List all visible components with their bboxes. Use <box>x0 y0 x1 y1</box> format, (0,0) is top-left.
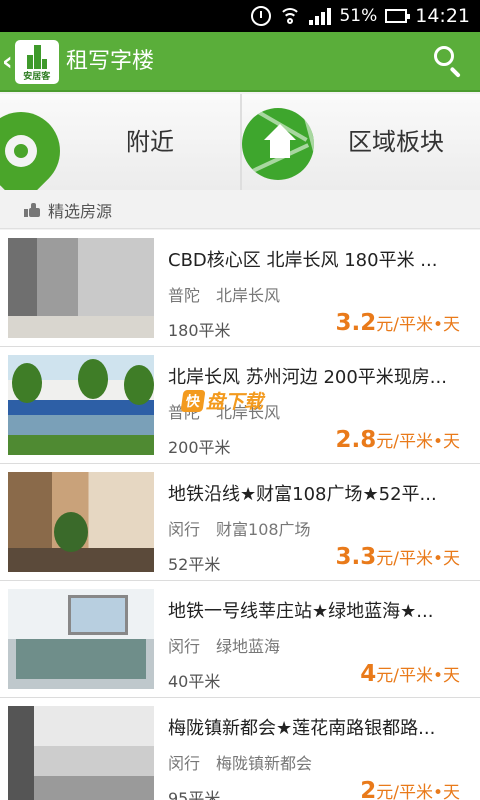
status-bar: 51% 14:21 <box>0 0 480 32</box>
listing-district: 闵行 <box>168 637 201 656</box>
wifi-icon <box>279 7 302 25</box>
app-logo: 安居客 <box>14 40 59 84</box>
price-unit: 元/平米•天 <box>376 783 460 800</box>
price-value: 2 <box>360 778 377 800</box>
listing-photo <box>8 589 154 689</box>
logo-text: 安居客 <box>23 72 51 82</box>
listing-price: 3.3元/平米•天 <box>335 544 460 570</box>
listing-price: 3.2元/平米•天 <box>335 310 460 336</box>
listing-area-name: 梅陇镇新都会 <box>216 754 313 773</box>
list-item[interactable]: CBD核心区 北岸长风 180平米 ... 普陀 北岸长风 180平米 3.2元/… <box>0 230 480 347</box>
back-button[interactable]: ‹ 安居客 <box>2 32 62 92</box>
tile-region[interactable]: 区域板块 <box>240 94 480 190</box>
watermark: 快 盘下载 <box>180 387 264 414</box>
list-item[interactable]: 地铁沿线★财富108广场★52平... 闵行 财富108广场 52平米 3.3元/… <box>0 464 480 581</box>
price-value: 4 <box>360 661 377 687</box>
listing-price: 2元/平米•天 <box>360 778 460 800</box>
price-value: 3.2 <box>335 310 377 336</box>
listing-size: 95平米 <box>168 789 221 800</box>
chevron-left-icon: ‹ <box>2 47 13 77</box>
listing-title: 地铁一号线莘庄站★绿地蓝海★... <box>168 601 434 622</box>
building-icon <box>26 45 47 69</box>
category-tiles: 附近 区域板块 <box>0 94 480 190</box>
price-unit: 元/平米•天 <box>376 315 460 335</box>
listing-list: CBD核心区 北岸长风 180平米 ... 普陀 北岸长风 180平米 3.2元/… <box>0 230 480 800</box>
price-value: 3.3 <box>335 544 377 570</box>
listing-size: 180平米 <box>168 321 231 340</box>
list-item[interactable]: 地铁一号线莘庄站★绿地蓝海★... 闵行 绿地蓝海 40平米 4元/平米•天 <box>0 581 480 698</box>
search-button[interactable] <box>430 44 466 80</box>
listing-size: 40平米 <box>168 672 221 691</box>
listing-district: 普陀 <box>168 286 201 305</box>
thumbs-up-icon <box>24 202 40 217</box>
listing-area-name: 北岸长风 <box>216 286 281 305</box>
tile-nearby[interactable]: 附近 <box>0 94 240 190</box>
price-unit: 元/平米•天 <box>376 666 460 686</box>
listing-district: 闵行 <box>168 754 201 773</box>
tile-region-label: 区域板块 <box>348 128 444 156</box>
listing-district: 闵行 <box>168 520 201 539</box>
featured-section-header: 精选房源 <box>0 191 480 229</box>
search-icon <box>434 46 454 66</box>
listing-title: 地铁沿线★财富108广场★52平... <box>168 484 437 505</box>
battery-icon <box>385 9 411 23</box>
listing-photo <box>8 472 154 572</box>
list-item[interactable]: 梅陇镇新都会★莲花南路银都路... 闵行 梅陇镇新都会 95平米 2元/平米•天 <box>0 698 480 800</box>
location-pin-icon <box>0 95 77 190</box>
alarm-icon <box>251 6 272 26</box>
featured-label: 精选房源 <box>48 201 113 221</box>
listing-title: CBD核心区 北岸长风 180平米 ... <box>168 250 438 271</box>
listing-size: 200平米 <box>168 438 231 457</box>
price-unit: 元/平米•天 <box>376 549 460 569</box>
listing-photo <box>8 355 154 455</box>
listing-area-name: 绿地蓝海 <box>216 637 281 656</box>
listing-price: 2.8元/平米•天 <box>335 427 460 453</box>
app-header: ‹ 安居客 租写字楼 <box>0 32 480 92</box>
listing-size: 52平米 <box>168 555 221 574</box>
tile-nearby-label: 附近 <box>126 128 174 156</box>
signal-icon <box>309 7 332 25</box>
listing-photo <box>8 238 154 338</box>
listing-title: 梅陇镇新都会★莲花南路银都路... <box>168 718 436 739</box>
listing-title: 北岸长风 苏州河边 200平米现房... <box>168 367 447 388</box>
price-value: 2.8 <box>335 427 377 453</box>
battery-percent: 51% <box>339 6 378 26</box>
watermark-text: 盘下载 <box>206 391 264 413</box>
region-map-icon <box>242 108 314 180</box>
listing-photo <box>8 706 154 800</box>
page-title: 租写字楼 <box>66 49 155 74</box>
clock: 14:21 <box>415 5 470 27</box>
watermark-badge: 快 <box>180 389 206 412</box>
price-unit: 元/平米•天 <box>376 432 460 452</box>
listing-price: 4元/平米•天 <box>360 661 460 687</box>
listing-area-name: 财富108广场 <box>216 520 311 539</box>
search-icon-handle <box>449 66 461 78</box>
